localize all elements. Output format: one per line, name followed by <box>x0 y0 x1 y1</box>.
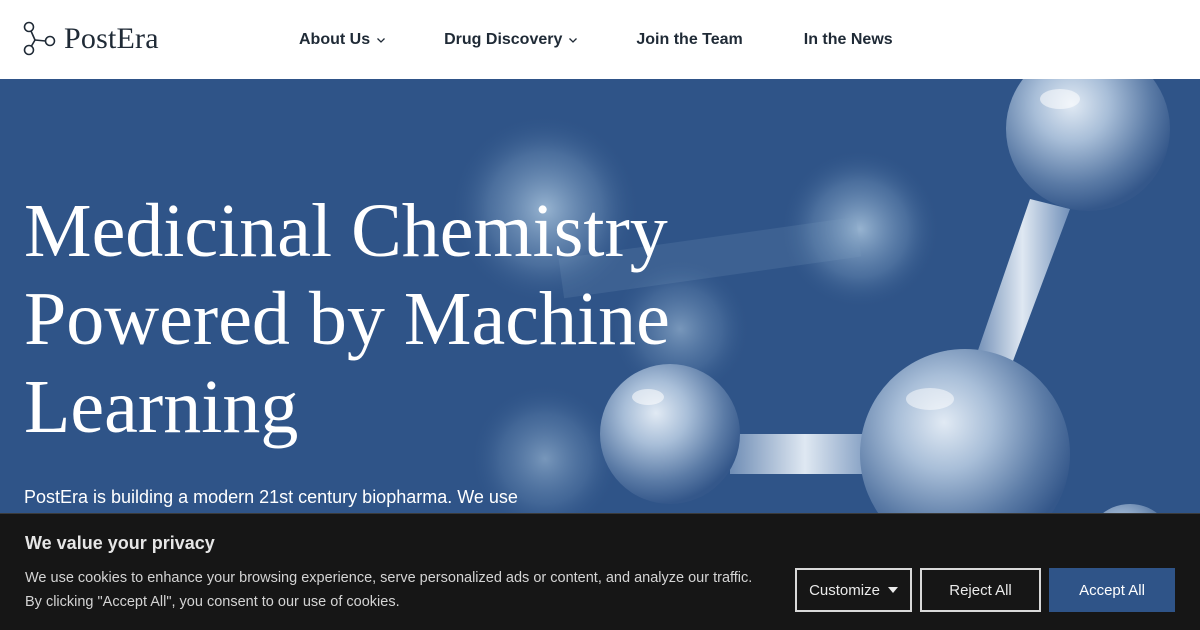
brand-name: PostEra <box>64 22 159 55</box>
hero-title: Medicinal Chemistry Powered by Machine L… <box>24 187 784 451</box>
hero-subtitle: PostEra is building a modern 21st centur… <box>24 487 518 507</box>
hero-title-line: Powered by Machine <box>24 277 670 361</box>
nav-item-in-the-news[interactable]: In the News <box>804 31 893 49</box>
site-header: PostEra About Us Drug Discovery Join the… <box>0 0 1200 79</box>
hero-title-line: Medicinal Chemistry <box>24 189 668 273</box>
logo[interactable]: PostEra <box>22 20 159 58</box>
chevron-down-icon <box>377 37 386 43</box>
reject-all-button[interactable]: Reject All <box>920 568 1041 612</box>
chevron-down-icon <box>569 37 578 43</box>
cookie-banner-title: We value your privacy <box>25 533 215 553</box>
caret-down-icon <box>887 587 898 593</box>
customize-button[interactable]: Customize <box>795 568 912 612</box>
cookie-banner-text: We use cookies to enhance your browsing … <box>25 566 795 614</box>
molecule-logo-icon <box>23 21 56 56</box>
cookie-text-line: We use cookies to enhance your browsing … <box>25 570 753 586</box>
nav-item-label: Drug Discovery <box>444 30 563 48</box>
cookie-text-line: By clicking "Accept All", you consent to… <box>25 594 400 610</box>
nav-item-drug-discovery[interactable]: Drug Discovery <box>444 31 578 49</box>
nav-item-join-the-team[interactable]: Join the Team <box>636 31 742 49</box>
hero-title-line: Learning <box>24 365 299 449</box>
accept-all-button[interactable]: Accept All <box>1049 568 1175 612</box>
nav-item-label: Join the Team <box>636 30 743 48</box>
nav-item-label: In the News <box>803 30 893 48</box>
cookie-banner: We value your privacy We use cookies to … <box>0 513 1200 630</box>
customize-button-label: Customize <box>809 581 880 599</box>
main-nav: About Us Drug Discovery Join the Team In… <box>299 0 893 79</box>
nav-item-label: About Us <box>299 30 371 48</box>
nav-item-about-us[interactable]: About Us <box>299 31 386 49</box>
